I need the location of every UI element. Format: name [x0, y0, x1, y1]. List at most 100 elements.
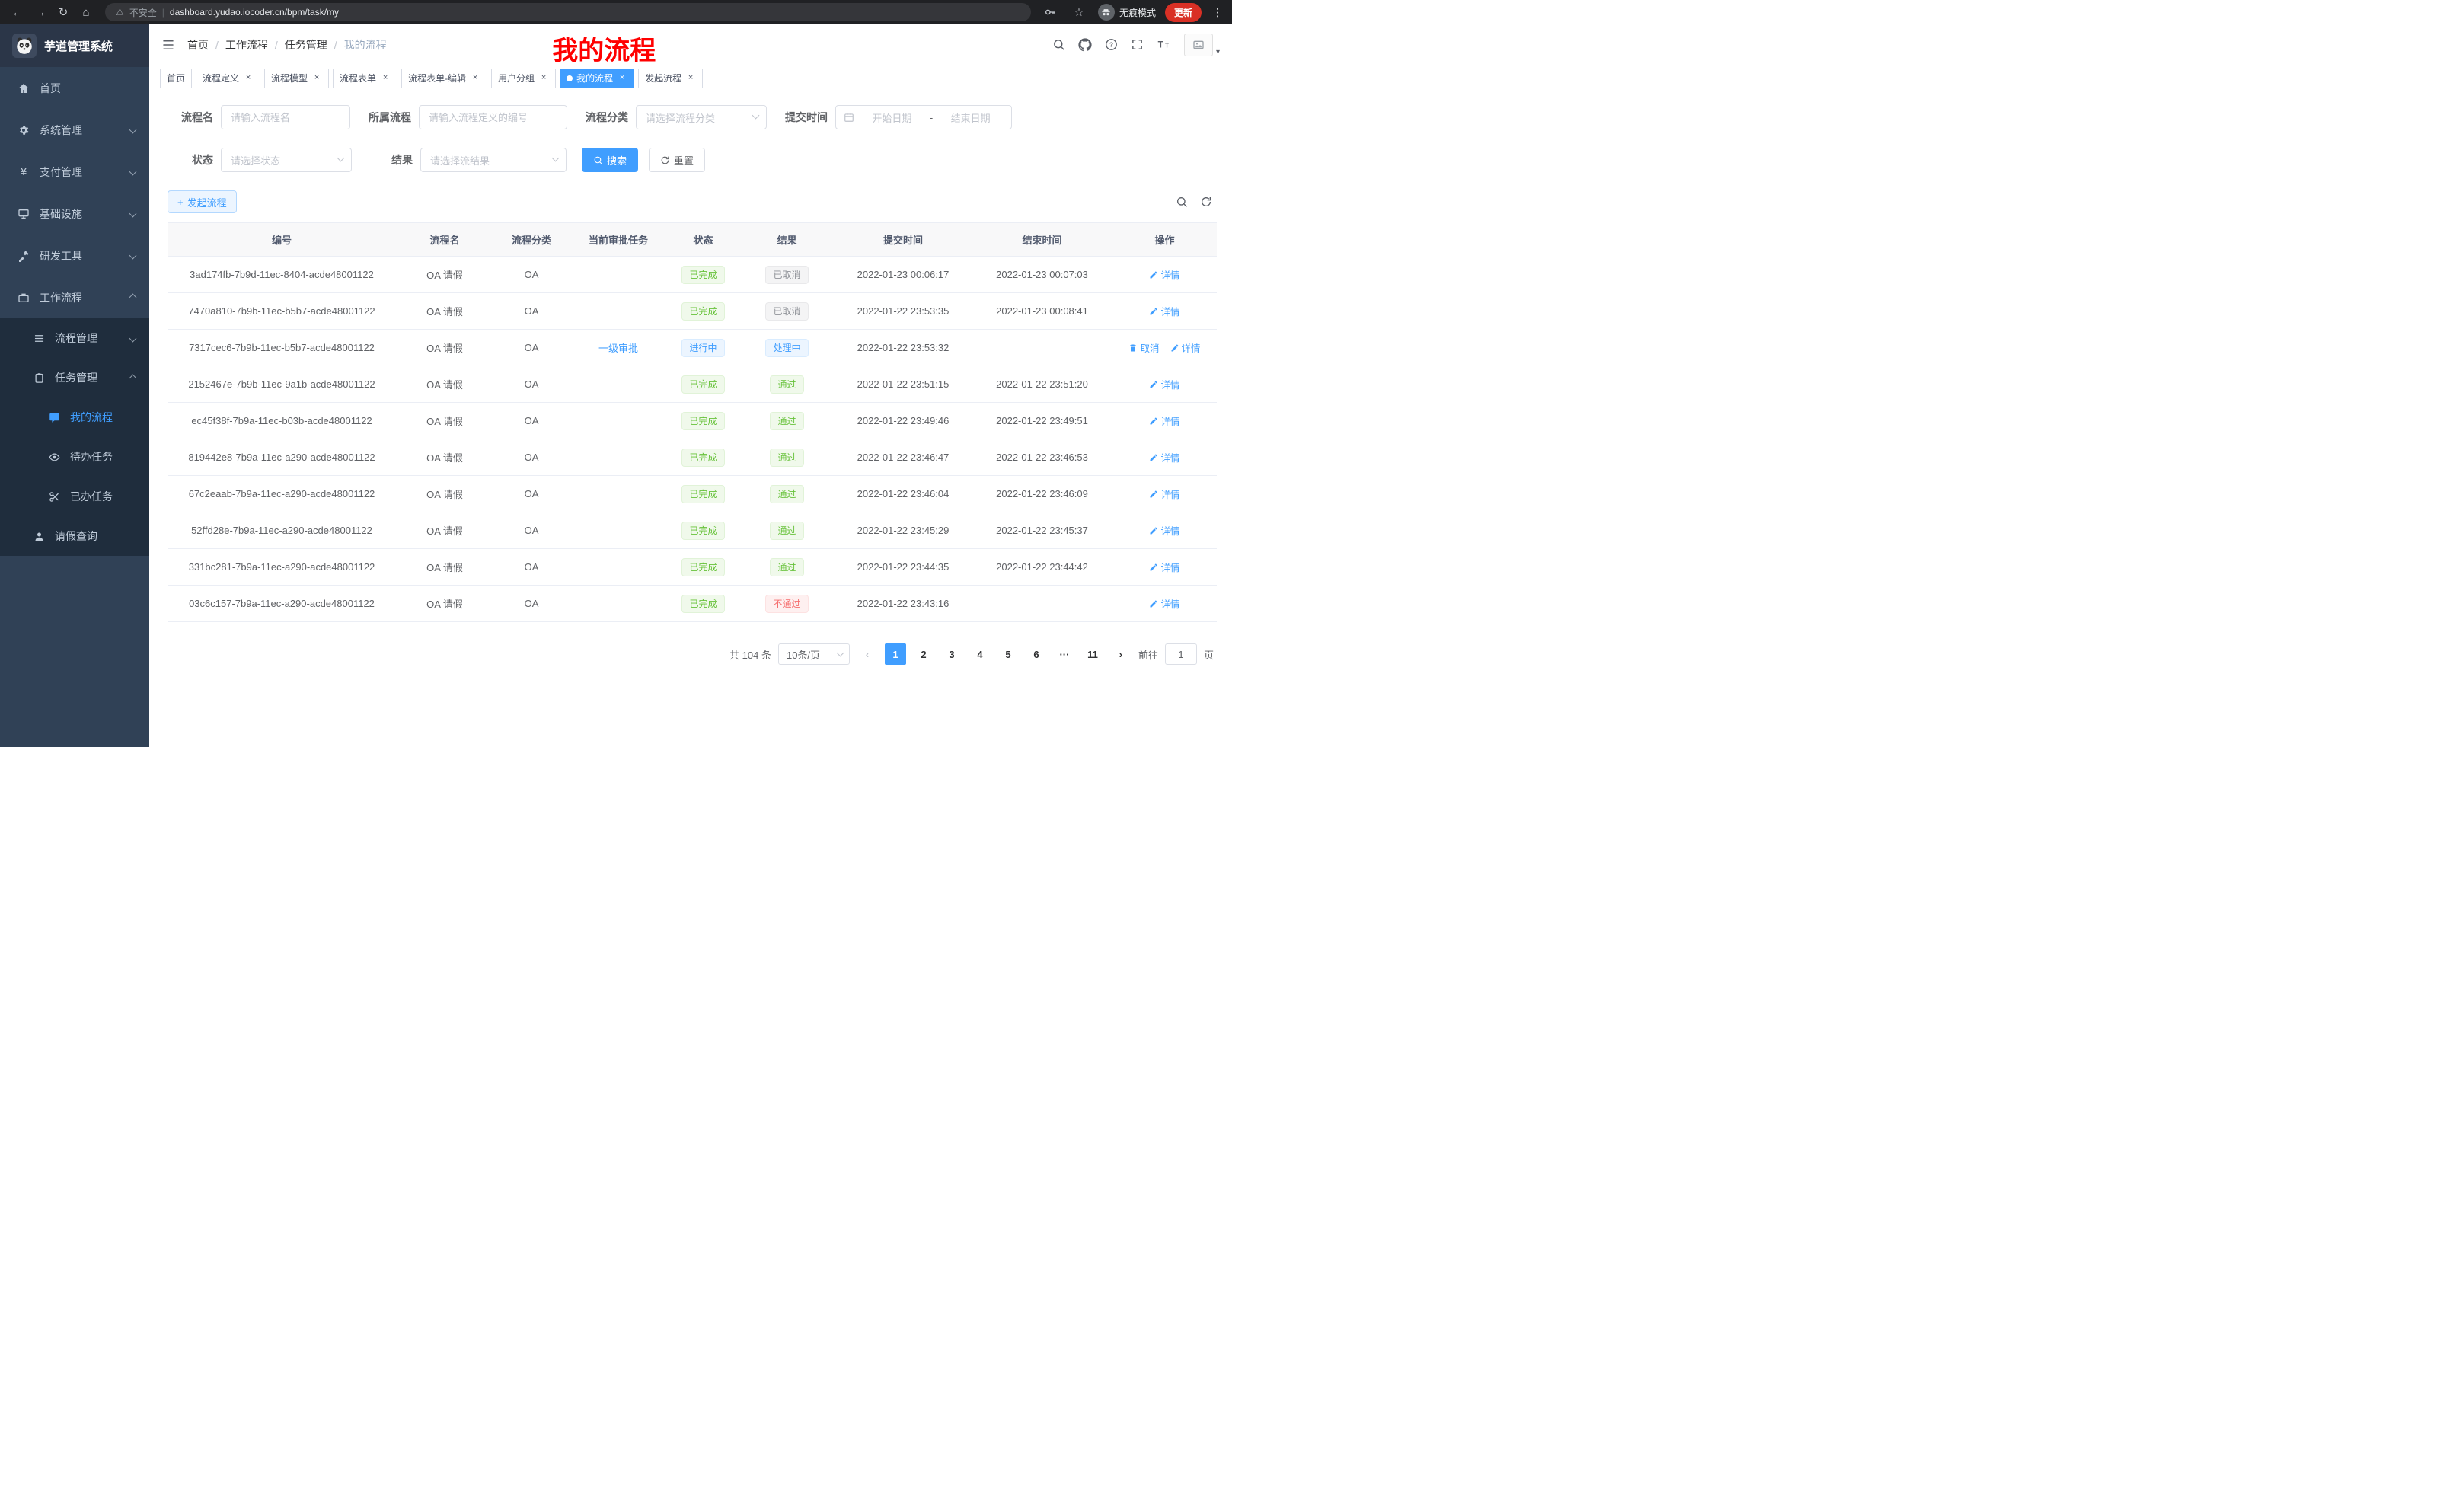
task-link[interactable]: 一级审批 — [598, 343, 638, 354]
search-icon[interactable] — [1052, 38, 1065, 51]
edit-icon — [1149, 490, 1158, 499]
detail-button[interactable]: 详情 — [1149, 487, 1179, 501]
close-icon[interactable]: × — [243, 73, 254, 84]
tab-process-definition[interactable]: 流程定义× — [196, 69, 260, 88]
tab-home[interactable]: 首页 — [160, 69, 192, 88]
page-button-4[interactable]: 4 — [969, 643, 991, 665]
security-label[interactable]: 不安全 — [129, 6, 157, 19]
detail-button[interactable]: 详情 — [1149, 523, 1179, 538]
table-search-toggle-icon[interactable] — [1176, 196, 1188, 208]
prev-page-button[interactable]: ‹ — [857, 643, 878, 665]
page-button-2[interactable]: 2 — [913, 643, 934, 665]
github-icon[interactable] — [1078, 38, 1092, 52]
table-refresh-icon[interactable] — [1200, 196, 1212, 208]
page-size-select[interactable]: 10条/页 — [778, 643, 850, 665]
detail-button[interactable]: 详情 — [1149, 413, 1179, 428]
tab-process-form[interactable]: 流程表单× — [333, 69, 397, 88]
browser-reload-button[interactable]: ↻ — [53, 2, 73, 22]
browser-home-button[interactable]: ⌂ — [76, 2, 96, 22]
process-name-input[interactable] — [221, 105, 350, 129]
address-bar[interactable]: ⚠ 不安全 | dashboard.yudao.iocoder.cn/bpm/t… — [105, 3, 1031, 21]
page-button-3[interactable]: 3 — [941, 643, 962, 665]
tab-start-process[interactable]: 发起流程× — [638, 69, 703, 88]
table-row: 3ad174fb-7b9d-11ec-8404-acde48001122 OA … — [168, 257, 1217, 293]
tab-my-process[interactable]: 我的流程× — [560, 69, 634, 88]
tab-user-group[interactable]: 用户分组× — [491, 69, 556, 88]
submit-time-daterange[interactable]: 开始日期 - 结束日期 — [835, 105, 1012, 129]
browser-back-button[interactable]: ← — [8, 2, 27, 22]
sidebar-item-workflow[interactable]: 工作流程 — [0, 276, 149, 318]
close-icon[interactable]: × — [380, 73, 391, 84]
cancel-button[interactable]: 取消 — [1128, 340, 1159, 355]
breadcrumb-separator: / — [275, 39, 278, 51]
incognito-badge[interactable]: 无痕模式 — [1098, 4, 1156, 21]
fullscreen-icon[interactable] — [1131, 38, 1144, 51]
sidebar-item-todo-tasks[interactable]: 待办任务 — [0, 437, 149, 477]
tab-process-model[interactable]: 流程模型× — [264, 69, 329, 88]
breadcrumb-home[interactable]: 首页 — [187, 37, 209, 53]
close-icon[interactable]: × — [470, 73, 480, 84]
detail-button[interactable]: 详情 — [1149, 560, 1179, 574]
close-icon[interactable]: × — [538, 73, 549, 84]
sidebar-toggle-icon[interactable] — [161, 38, 175, 52]
goto-page-input[interactable] — [1165, 643, 1197, 665]
submit-time-label: 提交时间 — [782, 110, 835, 125]
cell-id: 3ad174fb-7b9d-11ec-8404-acde48001122 — [168, 257, 396, 293]
detail-button[interactable]: 详情 — [1149, 450, 1179, 464]
active-dot-icon — [567, 75, 573, 81]
close-icon[interactable]: × — [685, 73, 696, 84]
user-avatar-menu[interactable]: ▾ — [1184, 34, 1220, 56]
detail-button[interactable]: 详情 — [1149, 304, 1179, 318]
breadcrumb-task-management[interactable]: 任务管理 — [285, 37, 327, 53]
process-category-select[interactable]: 请选择流程分类 — [636, 105, 767, 129]
sidebar-item-my-process[interactable]: 我的流程 — [0, 397, 149, 437]
incognito-icon — [1098, 4, 1115, 21]
search-icon — [593, 155, 603, 165]
tab-process-form-edit[interactable]: 流程表单-编辑× — [401, 69, 487, 88]
sidebar-item-leave-query[interactable]: 请假查询 — [0, 516, 149, 556]
status-select[interactable]: 请选择状态 — [221, 148, 352, 172]
browser-forward-button[interactable]: → — [30, 2, 50, 22]
sidebar-item-label: 研发工具 — [40, 248, 82, 263]
next-page-button[interactable]: › — [1110, 643, 1131, 665]
detail-button[interactable]: 详情 — [1170, 340, 1201, 355]
sidebar-item-process-management[interactable]: 流程管理 — [0, 318, 149, 358]
sidebar-item-infrastructure[interactable]: 基础设施 — [0, 193, 149, 235]
result-select[interactable]: 请选择流结果 — [420, 148, 567, 172]
page-button-6[interactable]: 6 — [1026, 643, 1047, 665]
detail-button[interactable]: 详情 — [1149, 377, 1179, 391]
sidebar-item-task-management[interactable]: 任务管理 — [0, 358, 149, 397]
sidebar-item-home[interactable]: 首页 — [0, 67, 149, 109]
cell-submit-time: 2022-01-23 00:06:17 — [835, 257, 972, 293]
close-icon[interactable]: × — [311, 73, 322, 84]
breadcrumb-workflow[interactable]: 工作流程 — [225, 37, 268, 53]
more-pages-button[interactable]: ··· — [1054, 643, 1075, 665]
sidebar-item-devtools[interactable]: 研发工具 — [0, 235, 149, 276]
owning-process-input[interactable] — [419, 105, 567, 129]
cell-submit-time: 2022-01-22 23:43:16 — [835, 586, 972, 622]
start-process-button[interactable]: + 发起流程 — [168, 190, 237, 213]
sidebar-item-payment[interactable]: ¥ 支付管理 — [0, 151, 149, 193]
font-size-icon[interactable] — [1157, 37, 1171, 52]
close-icon[interactable]: × — [617, 73, 627, 84]
page-button-5[interactable]: 5 — [997, 643, 1019, 665]
page-button-1[interactable]: 1 — [885, 643, 906, 665]
detail-button[interactable]: 详情 — [1149, 267, 1179, 282]
chat-icon — [47, 412, 61, 423]
page-button-11[interactable]: 11 — [1082, 643, 1103, 665]
status-badge: 已完成 — [681, 485, 724, 503]
password-key-icon[interactable] — [1040, 2, 1060, 22]
sidebar-item-system[interactable]: 系统管理 — [0, 109, 149, 151]
browser-update-button[interactable]: 更新 — [1165, 3, 1202, 22]
detail-label: 详情 — [1160, 267, 1179, 282]
list-icon — [32, 333, 46, 344]
bookmark-star-icon[interactable]: ☆ — [1069, 2, 1089, 22]
app-logo[interactable]: 芋道管理系统 — [0, 24, 149, 67]
detail-button[interactable]: 详情 — [1149, 596, 1179, 611]
reset-button[interactable]: 重置 — [649, 148, 705, 172]
cell-end-time: 2022-01-22 23:46:53 — [972, 439, 1112, 476]
help-icon[interactable] — [1105, 38, 1118, 51]
sidebar-item-done-tasks[interactable]: 已办任务 — [0, 477, 149, 516]
browser-menu-icon[interactable]: ⋮ — [1211, 6, 1224, 19]
search-button[interactable]: 搜索 — [582, 148, 638, 172]
